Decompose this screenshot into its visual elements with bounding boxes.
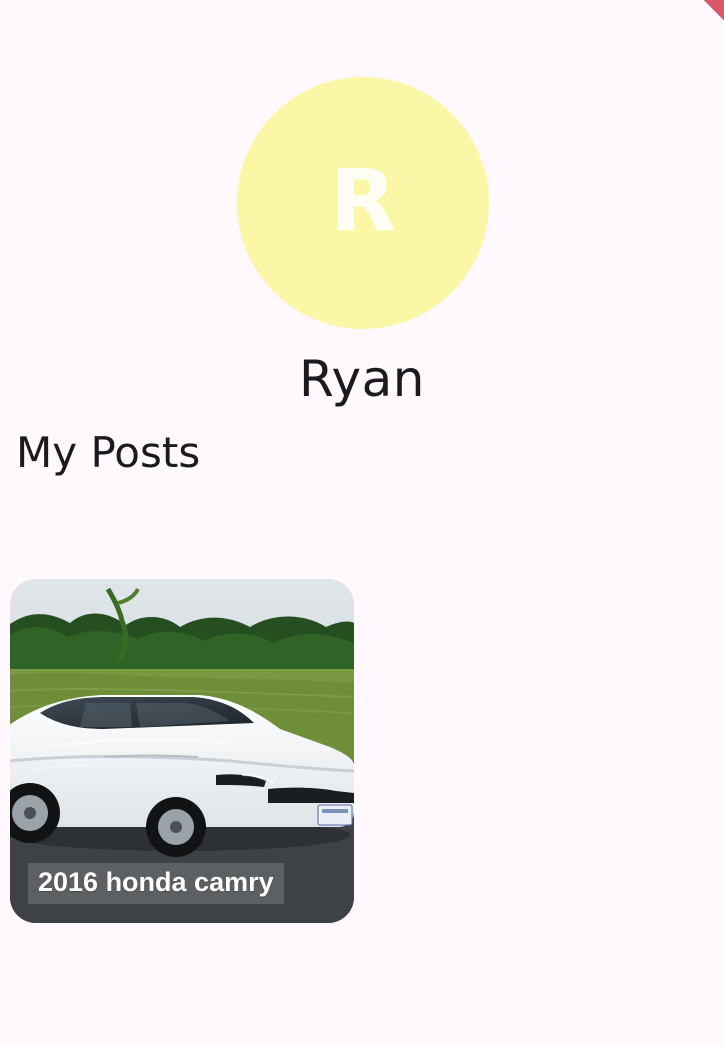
post-title: 2016 honda camry (28, 863, 284, 905)
profile-avatar: R (237, 77, 489, 329)
post-card[interactable]: 2016 honda camry (10, 579, 354, 923)
profile-name: Ryan (299, 350, 425, 408)
debug-banner-corner (683, 0, 724, 29)
my-posts-title: My Posts (16, 428, 201, 477)
avatar-initial: R (329, 151, 397, 251)
